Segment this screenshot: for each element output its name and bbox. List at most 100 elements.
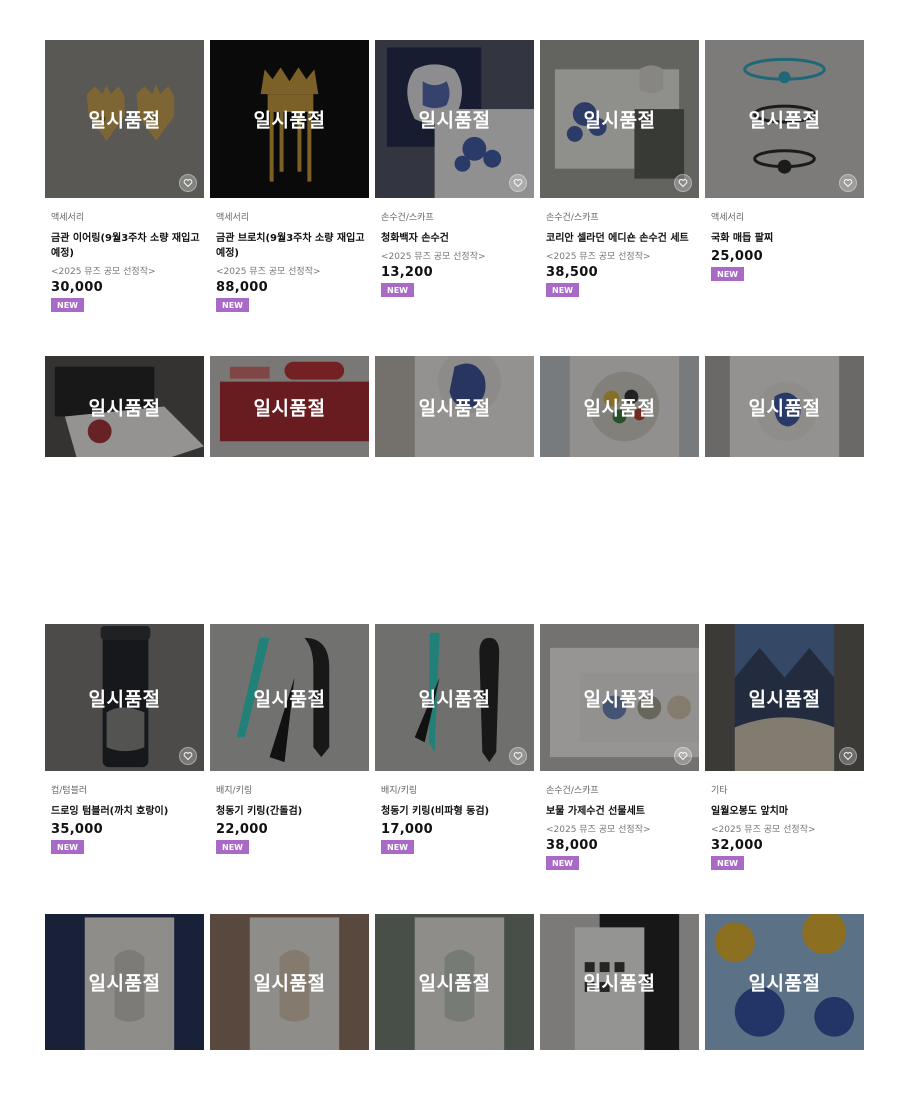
soldout-label: 일시품절 [418,972,491,995]
product-name[interactable]: 금관 이어링(9월3주차 소량 재입고 예정) [51,231,204,261]
product-card[interactable]: 일시품절 손수건/스카프 보물 가제수건 선물세트 <2025 뮤즈 공모 선정작> 3… [540,624,699,871]
product-card[interactable]: 일시품절 [375,914,534,1050]
product-name[interactable]: 드로잉 텀블러(까치 호랑이) [51,804,204,819]
new-badge: NEW [381,840,414,854]
product-image[interactable]: 일시품절 [45,624,204,771]
soldout-label: 일시품절 [253,972,326,995]
soldout-label: 일시품절 [748,109,821,132]
product-image[interactable]: 일시품절 [45,356,204,457]
soldout-label: 일시품절 [418,109,491,132]
wishlist-button[interactable] [179,747,197,765]
product-tag: <2025 뮤즈 공모 선정작> [51,267,156,277]
product-card[interactable]: 일시품절 기타 일월오봉도 앞치마 <2025 뮤즈 공모 선정작> 32,000 NEW [705,624,864,871]
product-card[interactable]: 일시품절 [210,356,369,457]
product-name[interactable]: 코리안 셀라던 에디숀 손수건 세트 [546,231,699,246]
product-card[interactable]: 일시품절 [45,914,204,1050]
wishlist-button[interactable] [179,174,197,192]
soldout-label: 일시품절 [88,688,161,710]
product-info: 액세서리 국화 매듭 팔찌 25,000 NEW [705,198,864,282]
product-info: 액세서리 금관 브로치(9월3주차 소량 재입고 예정) <2025 뮤즈 공모 선… [210,198,369,313]
wishlist-button[interactable] [839,747,857,765]
heart-icon [513,179,523,188]
product-card[interactable]: 일시품절 [375,356,534,457]
heart-icon [843,752,853,761]
product-image[interactable]: 일시품절 [540,624,699,771]
product-image[interactable]: 일시품절 [210,624,369,771]
product-price: 22,000 [216,822,268,837]
product-card[interactable]: 일시품절 [540,356,699,457]
product-card[interactable]: 일시품절 [210,914,369,1050]
product-category: 손수건/스카프 [381,213,434,223]
soldout-label: 일시품절 [88,109,161,132]
product-image[interactable]: 일시품절 [705,624,864,771]
soldout-label: 일시품절 [418,688,491,710]
product-card[interactable]: 일시품절액세서리 금관 브로치(9월3주차 소량 재입고 예정) <2025 뮤즈 … [210,40,369,313]
new-badge: NEW [216,840,249,854]
product-name[interactable]: 보물 가제수건 선물세트 [546,804,699,819]
product-price: 38,000 [546,838,598,853]
heart-icon [183,752,193,761]
product-image[interactable]: 일시품절 [45,914,204,1050]
product-card[interactable]: 일시품절 배지/키링 청동기 키링(간돌검) 22,000 NEW [210,624,369,871]
product-image[interactable]: 일시품절 [375,40,534,198]
product-card[interactable]: 일시품절 [705,914,864,1050]
product-card[interactable]: 일시품절 [540,914,699,1050]
soldout-label: 일시품절 [253,109,326,132]
product-tag: <2025 뮤즈 공모 선정작> [546,825,651,835]
product-image[interactable]: 일시품절 [540,40,699,198]
product-card[interactable]: 일시품절 [45,356,204,457]
product-name[interactable]: 청동기 키링(간돌검) [216,804,369,819]
product-category: 배지/키링 [381,786,418,796]
product-card[interactable]: 일시품절컵/텀블러 드로잉 텀블러(까치 호랑이) 35,000 NEW [45,624,204,871]
soldout-label: 일시품절 [583,688,656,710]
product-image[interactable]: 일시품절 [705,914,864,1050]
soldout-label: 일시품절 [583,109,656,132]
product-info: 액세서리 금관 이어링(9월3주차 소량 재입고 예정) <2025 뮤즈 공모 선… [45,198,204,313]
product-name[interactable]: 금관 브로치(9월3주차 소량 재입고 예정) [216,231,369,261]
product-name[interactable]: 일월오봉도 앞치마 [711,804,864,819]
product-image[interactable]: 일시품절 [210,40,369,198]
product-price: 30,000 [51,280,103,295]
new-badge: NEW [216,298,249,312]
product-image[interactable]: 일시품절 [540,356,699,457]
wishlist-button[interactable] [509,747,527,765]
wishlist-button[interactable] [509,174,527,192]
product-image[interactable]: 일시품절 [375,624,534,771]
product-image[interactable]: 일시품절 [540,914,699,1050]
soldout-label: 일시품절 [748,972,821,995]
product-image[interactable]: 일시품절 [45,40,204,198]
product-price: 13,200 [381,265,433,280]
product-card[interactable]: 일시품절 [705,356,864,457]
product-image[interactable]: 일시품절 [705,356,864,457]
new-badge: NEW [711,267,744,281]
product-row-1: 일시품절액세서리 금관 이어링(9월3주차 소량 재입고 예정) <2025 뮤즈 … [45,40,866,313]
soldout-label: 일시품절 [253,397,326,419]
product-price: 38,500 [546,265,598,280]
product-name[interactable]: 국화 매듭 팔찌 [711,231,864,246]
product-category: 기타 [711,786,728,796]
product-image[interactable]: 일시품절 [375,914,534,1050]
product-name[interactable]: 청화백자 손수건 [381,231,534,246]
product-card[interactable]: 일시품절 배지/키링 청동기 키링(비파형 동검) 17,000 NEW [375,624,534,871]
product-card[interactable]: 일시품절 손수건/스카프 코리안 셀라던 에디숀 손수건 세트 <2025 뮤즈 공모… [540,40,699,313]
product-name[interactable]: 청동기 키링(비파형 동검) [381,804,534,819]
product-image[interactable]: 일시품절 [210,914,369,1050]
soldout-label: 일시품절 [88,972,161,995]
soldout-label: 일시품절 [418,397,491,419]
heart-icon [843,179,853,188]
wishlist-button[interactable] [839,174,857,192]
product-info: 컵/텀블러 드로잉 텀블러(까치 호랑이) 35,000 NEW [45,771,204,855]
new-badge: NEW [51,840,84,854]
product-image[interactable]: 일시품절 [705,40,864,198]
product-image[interactable]: 일시품절 [375,356,534,457]
product-image[interactable]: 일시품절 [210,356,369,457]
product-card[interactable]: 일시품절액세서리 금관 이어링(9월3주차 소량 재입고 예정) <2025 뮤즈 … [45,40,204,313]
product-info: 배지/키링 청동기 키링(간돌검) 22,000 NEW [210,771,369,855]
soldout-label: 일시품절 [583,397,656,419]
product-card[interactable]: 일시품절손수건/스카프청화백자 손수건 <2025 뮤즈 공모 선정작> 13,20… [375,40,534,313]
product-card[interactable]: 일시품절액세서리 국화 매듭 팔찌 25,000 NEW [705,40,864,313]
wishlist-button[interactable] [674,174,692,192]
wishlist-button[interactable] [674,747,692,765]
product-row-4: 일시품절 일시품절 일시품절 일시품절 일시품절 [45,914,866,1050]
product-tag: <2025 뮤즈 공모 선정작> [381,252,486,262]
